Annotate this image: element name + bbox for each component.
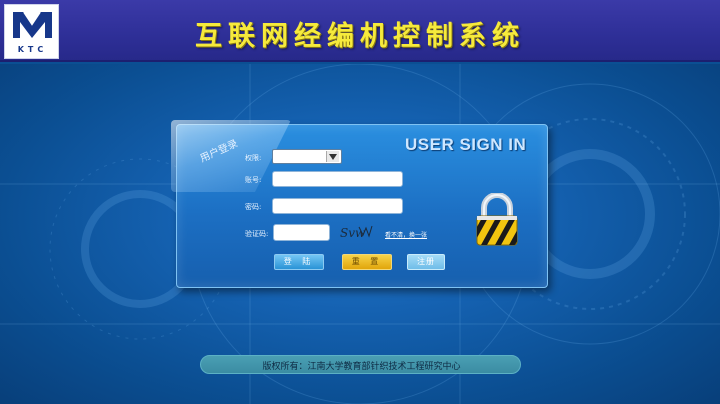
captcha-image[interactable]: Svw (339, 223, 373, 241)
app-title: 互联网经编机控制系统 (195, 21, 525, 52)
account-label: 账号: (245, 176, 262, 184)
captcha-input[interactable] (273, 224, 330, 241)
dropdown-arrow-icon[interactable] (326, 151, 339, 162)
sign-in-heading: USER SIGN IN (405, 135, 527, 154)
copyright-text: 版权所有：江南大学教育部针织技术工程研究中心 (262, 362, 461, 372)
reset-button[interactable]: 重 置 (342, 254, 392, 270)
login-panel: 用户登录 USER SIGN IN 权限: 账号: 密码: 验证码: Svw 看… (171, 120, 548, 288)
account-input[interactable] (272, 171, 403, 187)
captcha-label: 验证码: (245, 230, 269, 238)
role-select[interactable] (272, 149, 342, 164)
password-label: 密码: (245, 203, 262, 211)
header-bar: KTC 互联网经编机控制系统 (0, 0, 720, 62)
login-button[interactable]: 登 陆 (274, 254, 324, 270)
role-label: 权限: (245, 154, 262, 162)
register-button[interactable]: 注册 (407, 254, 445, 270)
footer-bar: 版权所有：江南大学教育部针织技术工程研究中心 (200, 355, 521, 374)
padlock-icon (476, 193, 518, 246)
password-input[interactable] (272, 198, 403, 214)
refresh-captcha-link[interactable]: 看不清，换一张 (385, 230, 427, 239)
